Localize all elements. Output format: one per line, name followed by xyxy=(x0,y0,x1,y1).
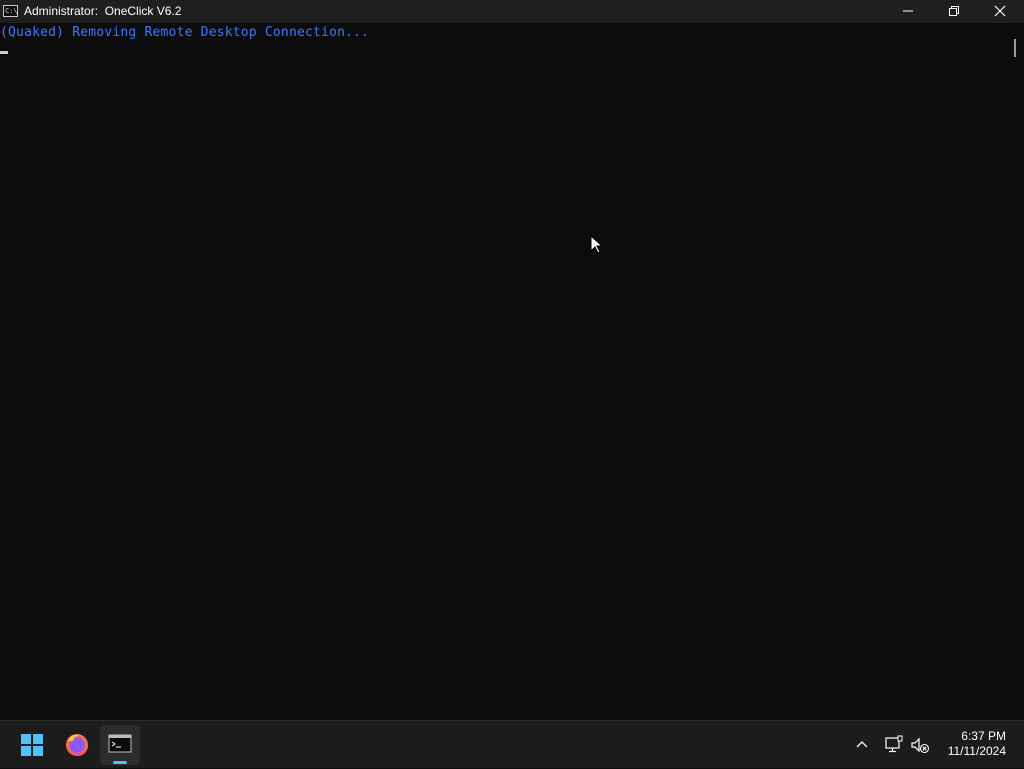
network-icon[interactable] xyxy=(884,735,904,755)
close-icon xyxy=(994,5,1006,17)
taskbar-command-prompt[interactable] xyxy=(100,725,140,765)
clock-time: 6:37 PM xyxy=(961,729,1006,743)
close-button[interactable] xyxy=(977,0,1023,23)
windows-start-icon xyxy=(21,734,43,756)
active-app-indicator xyxy=(113,761,127,764)
restore-icon xyxy=(949,6,959,16)
window-title: Administrator: OneClick V6.2 xyxy=(24,4,182,18)
system-clock[interactable]: 6:37 PM 11/11/2024 xyxy=(936,729,1006,759)
text-cursor xyxy=(0,51,8,54)
chevron-up-icon[interactable] xyxy=(852,735,872,755)
console-output[interactable]: (Quaked) Removing Remote Desktop Connect… xyxy=(0,23,1006,720)
terminal-icon xyxy=(108,734,132,753)
scrollbar-thumb[interactable] xyxy=(1014,39,1016,57)
clock-date: 11/11/2024 xyxy=(947,744,1006,758)
firefox-icon xyxy=(66,734,88,756)
mouse-pointer-icon xyxy=(590,235,604,254)
vertical-scrollbar[interactable] xyxy=(1006,23,1024,720)
volume-muted-icon[interactable] xyxy=(910,735,930,755)
minimize-icon xyxy=(903,10,913,12)
console-line: (Quaked) Removing Remote Desktop Connect… xyxy=(0,25,370,40)
restore-button[interactable] xyxy=(931,0,977,23)
cmd-app-icon: C:\ xyxy=(3,5,18,17)
start-button[interactable] xyxy=(12,725,52,765)
taskbar-firefox[interactable] xyxy=(56,725,96,765)
console-window: C:\ Administrator: OneClick V6.2 (Quaked… xyxy=(0,0,1024,720)
cmd-app-icon-glyph: C:\ xyxy=(5,7,18,15)
taskbar: 6:37 PM 11/11/2024 xyxy=(0,720,1024,768)
minimize-button[interactable] xyxy=(885,0,931,23)
title-bar[interactable]: C:\ Administrator: OneClick V6.2 xyxy=(0,0,1024,23)
